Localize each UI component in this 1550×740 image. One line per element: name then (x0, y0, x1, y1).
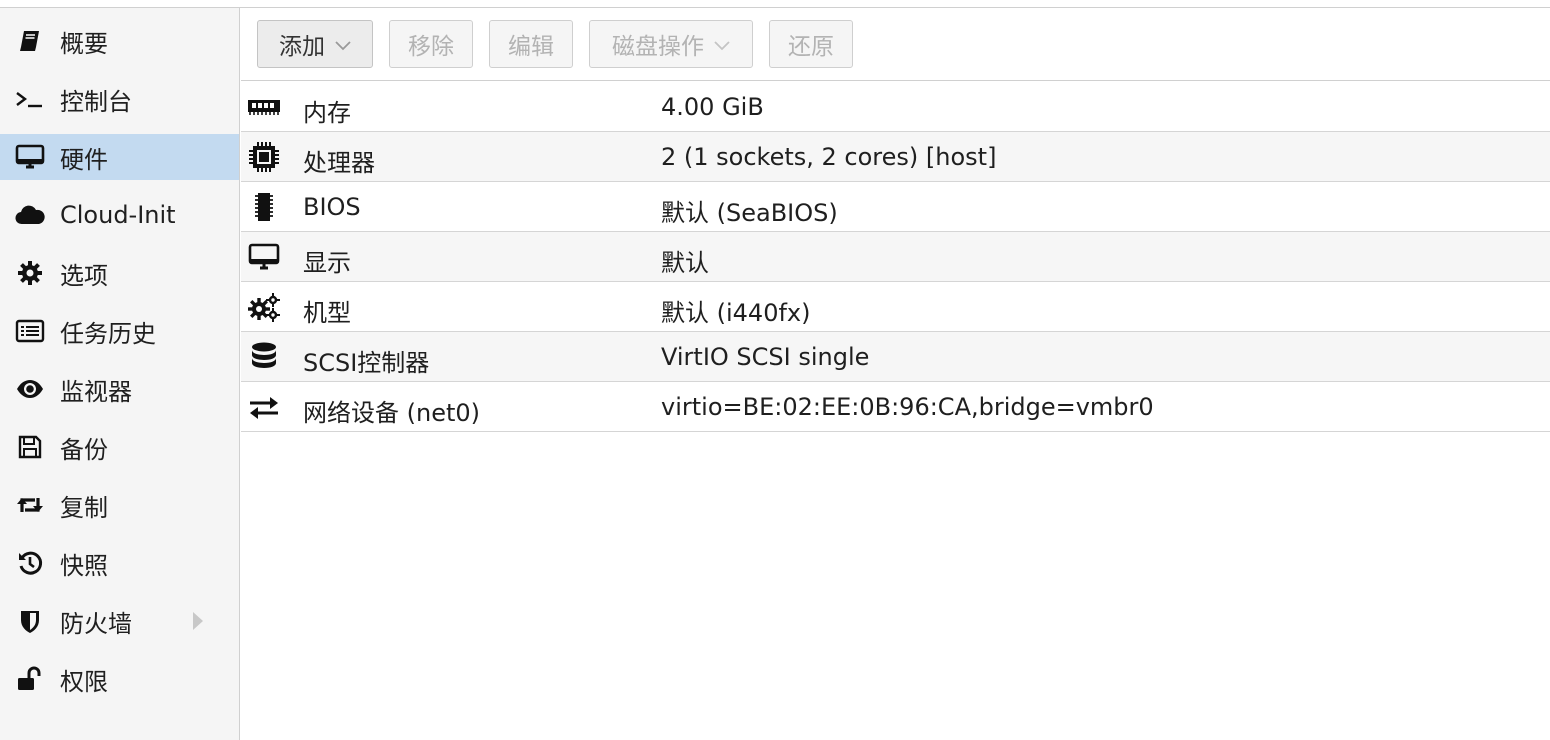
sidebar-item-label: 复制 (60, 493, 108, 522)
row-value: virtio=BE:02:EE:0B:96:CA,bridge=vmbr0 (661, 393, 1154, 421)
row-value: 2 (1 sockets, 2 cores) [host] (661, 143, 997, 171)
sidebar-item-label: 选项 (60, 261, 108, 290)
sidebar-item-hardware[interactable]: 硬件 (0, 134, 239, 180)
sidebar-item-label: Cloud-Init (60, 201, 176, 229)
sidebar-item-backup[interactable]: 备份 (0, 424, 239, 470)
book-icon (14, 25, 46, 57)
sidebar-item-summary[interactable]: 概要 (0, 18, 239, 64)
remove-button[interactable]: 移除 (389, 20, 473, 68)
row-name: SCSI控制器 (303, 349, 430, 377)
hardware-grid: 内存 4.00 GiB 处理器 2 (1 sockets, 2 cores) [… (241, 82, 1550, 432)
sidebar-item-label: 控制台 (60, 87, 132, 116)
sidebar-item-label: 快照 (60, 551, 108, 580)
sidebar-item-task-history[interactable]: 任务历史 (0, 308, 239, 354)
retweet-icon (14, 489, 46, 521)
cpu-icon (246, 141, 282, 173)
chevron-down-icon (335, 31, 351, 57)
cloud-icon (14, 199, 46, 231)
table-row[interactable]: 显示 默认 (241, 232, 1550, 282)
edit-button-label: 编辑 (508, 34, 554, 60)
table-row[interactable]: BIOS 默认 (SeaBIOS) (241, 182, 1550, 232)
cogs-icon (246, 291, 282, 323)
disk-action-button[interactable]: 磁盘操作 (589, 20, 753, 68)
sidebar-item-replication[interactable]: 复制 (0, 482, 239, 528)
row-value: VirtIO SCSI single (661, 343, 870, 371)
chip-icon (246, 191, 282, 223)
remove-button-label: 移除 (408, 34, 454, 60)
row-value: 默认 (SeaBIOS) (661, 199, 838, 227)
toolbar: 添加 移除 编辑 磁盘操作 还原 (241, 8, 1550, 81)
row-name: 机型 (303, 299, 351, 327)
sidebar-item-label: 任务历史 (60, 319, 156, 348)
row-name: 网络设备 (net0) (303, 399, 481, 427)
sidebar-item-label: 概要 (60, 29, 108, 58)
sidebar-item-label: 权限 (60, 667, 108, 696)
sidebar-item-label: 监视器 (60, 377, 132, 406)
table-row[interactable]: 处理器 2 (1 sockets, 2 cores) [host] (241, 132, 1550, 182)
chevron-down-icon (714, 31, 730, 57)
sidebar-item-cloud-init[interactable]: Cloud-Init (0, 192, 239, 238)
history-icon (14, 547, 46, 579)
edit-button[interactable]: 编辑 (489, 20, 573, 68)
add-button-label: 添加 (279, 34, 325, 60)
unlock-icon (14, 663, 46, 695)
row-name: 内存 (303, 99, 351, 127)
table-row[interactable]: 内存 4.00 GiB (241, 82, 1550, 132)
gear-icon (14, 257, 46, 289)
memory-icon (246, 91, 282, 123)
table-row[interactable]: 机型 默认 (i440fx) (241, 282, 1550, 332)
exchange-icon (246, 391, 282, 423)
revert-button[interactable]: 还原 (769, 20, 853, 68)
sidebar-item-monitor[interactable]: 监视器 (0, 366, 239, 412)
row-name: BIOS (303, 193, 361, 221)
sidebar-item-console[interactable]: 控制台 (0, 76, 239, 122)
desktop-icon (14, 141, 46, 173)
add-button[interactable]: 添加 (257, 20, 373, 68)
sidebar: 概要 控制台 硬件 Cloud-Init 选项 任务历史 监视器 备份 复制 快… (0, 8, 240, 740)
floppy-icon (14, 431, 46, 463)
eye-icon (14, 373, 46, 405)
table-row[interactable]: 网络设备 (net0) virtio=BE:02:EE:0B:96:CA,bri… (241, 382, 1550, 432)
desktop-icon (246, 241, 282, 273)
disk-action-button-label: 磁盘操作 (612, 34, 704, 60)
revert-button-label: 还原 (788, 34, 834, 60)
shield-icon (14, 605, 46, 637)
row-name: 显示 (303, 249, 351, 277)
list-icon (14, 315, 46, 347)
sidebar-item-snapshot[interactable]: 快照 (0, 540, 239, 586)
database-icon (246, 341, 282, 373)
row-name: 处理器 (303, 149, 375, 177)
sidebar-item-permissions[interactable]: 权限 (0, 656, 239, 702)
row-value: 默认 (i440fx) (661, 299, 811, 327)
sidebar-item-label: 硬件 (60, 145, 108, 174)
sidebar-item-label: 备份 (60, 435, 108, 464)
submenu-arrow-icon[interactable] (193, 612, 203, 630)
hardware-panel: 添加 移除 编辑 磁盘操作 还原 内存 4.00 GiB 处理器 2 (1 so… (241, 8, 1550, 740)
sidebar-item-firewall[interactable]: 防火墙 (0, 598, 239, 644)
table-row[interactable]: SCSI控制器 VirtIO SCSI single (241, 332, 1550, 382)
top-border (0, 0, 1550, 8)
terminal-icon (14, 83, 46, 115)
row-value: 默认 (661, 249, 709, 277)
sidebar-item-options[interactable]: 选项 (0, 250, 239, 296)
sidebar-item-label: 防火墙 (60, 609, 132, 638)
row-value: 4.00 GiB (661, 93, 764, 121)
